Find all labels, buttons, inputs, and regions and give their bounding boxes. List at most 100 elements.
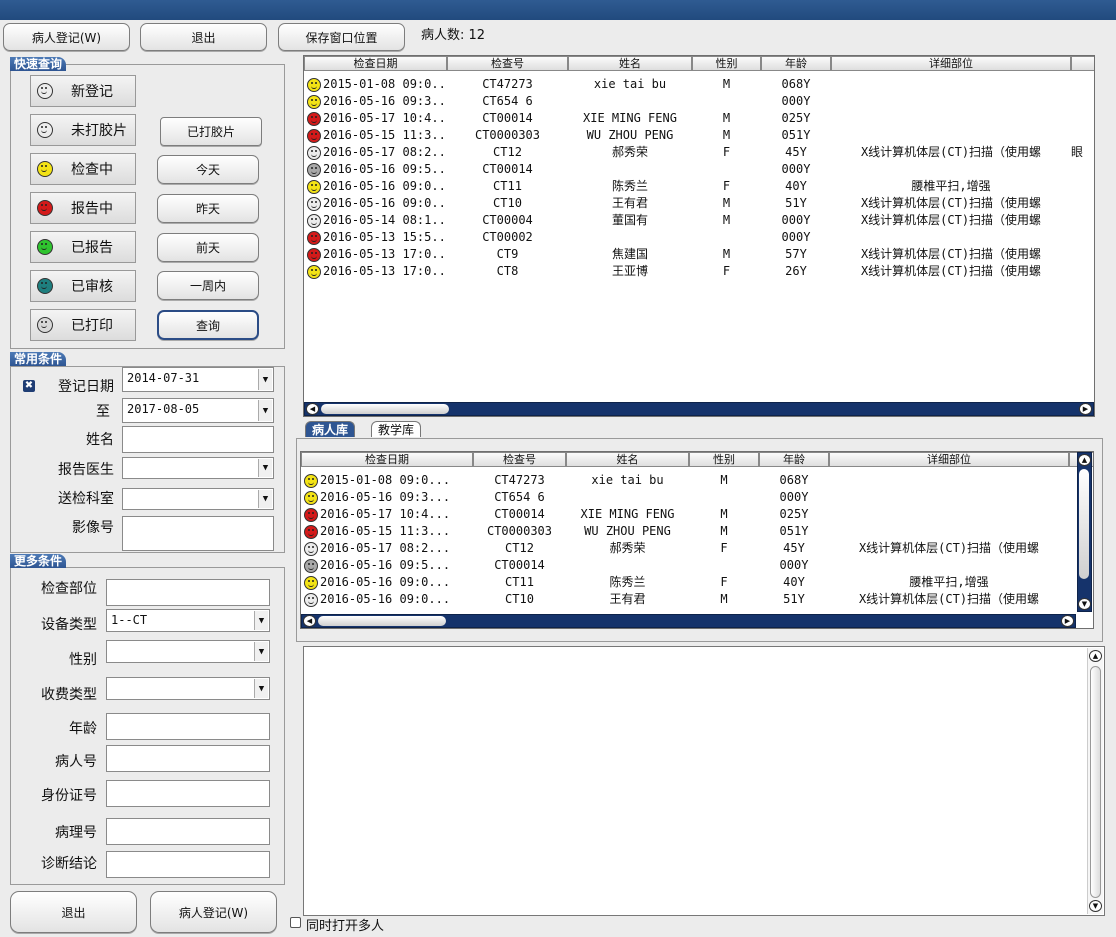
yesterday-button[interactable]: 昨天	[157, 194, 259, 223]
table-row[interactable]: 2015-01-08 09:0... CT47273 xie tai bu M 068Y	[304, 76, 1071, 93]
column-header[interactable]: 性别	[689, 452, 759, 467]
date-text: 2016-05-16 09:5...	[323, 162, 447, 176]
table-row[interactable]: 2016-05-17 10:4... CT00014 XIE MING FENG M 0…	[304, 110, 1071, 127]
scroll-down-icon[interactable]: ▼	[1078, 598, 1091, 610]
chevron-down-icon[interactable]: ▼	[258, 459, 272, 477]
filmed-button[interactable]: 已打胶片	[160, 117, 262, 146]
column-header[interactable]: 检查号	[473, 452, 566, 467]
chevron-down-icon[interactable]: ▼	[254, 611, 268, 630]
quick-filter-1[interactable]: 未打胶片	[30, 114, 136, 146]
quick-filter-6[interactable]: 已打印	[30, 309, 136, 341]
chevron-down-icon[interactable]: ▼	[254, 679, 268, 698]
id-card-field[interactable]	[106, 780, 270, 807]
name-field[interactable]	[122, 426, 274, 453]
scroll-down-icon[interactable]: ▼	[1089, 900, 1102, 912]
vertical-scrollbar[interactable]: ▲ ▼	[1077, 452, 1092, 612]
table-row[interactable]: 2016-05-17 08:2... CT12 郝秀荣 F 45Y X线计算机体层(CT)…	[301, 540, 1069, 557]
sex-select[interactable]: ▼	[106, 640, 270, 663]
library-list-grid[interactable]: 检查日期 检查号 姓名 性别 年龄 详细部位 2015-01-08 09:0... CT472…	[300, 451, 1094, 629]
scroll-right-icon[interactable]: ▶	[1061, 615, 1074, 627]
preview-vscrollbar[interactable]: ▲ ▼	[1087, 648, 1103, 914]
date-from-field[interactable]: 2014-07-31 ▼	[122, 367, 274, 392]
table-row[interactable]: 2016-05-14 08:1... CT00004 董国有 M 000Y X线计算机体层…	[304, 212, 1071, 229]
date-text: 2015-01-08 09:0...	[320, 473, 451, 487]
bottom-exit-button[interactable]: 退出	[10, 891, 137, 933]
exam-part-field[interactable]	[106, 579, 270, 606]
table-row[interactable]: 2016-05-16 09:5... CT00014 000Y	[304, 161, 1071, 178]
quick-filter-2[interactable]: 检查中	[30, 153, 136, 185]
image-no-field[interactable]	[122, 516, 274, 551]
tab-teaching-library[interactable]: 教学库	[371, 421, 422, 437]
table-row[interactable]: 2015-01-08 09:0... CT47273 xie tai bu M 068Y	[301, 472, 1069, 489]
column-header[interactable]: 详细部位	[829, 452, 1069, 467]
quick-filter-5[interactable]: 已审核	[30, 270, 136, 302]
scroll-right-icon[interactable]: ▶	[1079, 403, 1092, 415]
bottom-register-button[interactable]: 病人登记(W)	[150, 891, 277, 933]
chevron-down-icon[interactable]: ▼	[258, 400, 272, 421]
table-row[interactable]: 2016-05-16 09:5... CT00014 000Y	[301, 557, 1069, 574]
column-header[interactable]: 详细部位	[831, 56, 1071, 71]
horizontal-scrollbar[interactable]: ◀ ▶	[304, 402, 1094, 416]
column-header[interactable]: 检查日期	[304, 56, 447, 71]
table-row[interactable]: 2016-05-16 09:0... CT10 王有君 M 51Y X线计算机体层(CT)…	[301, 591, 1069, 608]
table-row[interactable]: 2016-05-13 15:5... CT00002 000Y	[304, 229, 1071, 246]
report-doctor-select[interactable]: ▼	[122, 457, 274, 479]
patient-id-field[interactable]	[106, 745, 270, 772]
multi-open-checkbox[interactable]	[290, 917, 301, 928]
quick-filter-0[interactable]: 新登记	[30, 75, 136, 107]
age-field[interactable]	[106, 713, 270, 740]
column-header[interactable]: 年龄	[759, 452, 829, 467]
quick-filter-3[interactable]: 报告中	[30, 192, 136, 224]
chevron-down-icon[interactable]: ▼	[258, 369, 272, 390]
reg-date-checkbox[interactable]: ✖	[23, 380, 35, 392]
scroll-thumb[interactable]	[321, 404, 449, 414]
table-row[interactable]: 2016-05-15 11:3... CT0000303 WU ZHOU PENG M…	[301, 523, 1069, 540]
table-row[interactable]: 2016-05-16 09:0... CT11 陈秀兰 F 40Y 腰椎平扫,增强	[304, 178, 1071, 195]
table-row[interactable]: 2016-05-16 09:3... CT654 6 000Y	[301, 489, 1069, 506]
table-row[interactable]: 2016-05-15 11:3... CT0000303 WU ZHOU PENG M…	[304, 127, 1071, 144]
chevron-down-icon[interactable]: ▼	[254, 642, 268, 661]
scroll-up-icon[interactable]: ▲	[1089, 650, 1102, 662]
query-button[interactable]: 查询	[157, 310, 259, 340]
table-row[interactable]: 2016-05-13 17:0... CT9 焦建国 M 57Y X线计算机体层(CT)扫…	[304, 246, 1071, 263]
today-button[interactable]: 今天	[157, 155, 259, 184]
scroll-thumb[interactable]	[318, 616, 446, 626]
pathology-no-label: 病理号	[55, 825, 97, 841]
save-window-position-button[interactable]: 保存窗口位置	[278, 23, 405, 51]
table-row[interactable]: 2016-05-16 09:0... CT10 王有君 M 51Y X线计算机体层(CT)…	[304, 195, 1071, 212]
device-type-select[interactable]: 1--CT ▼	[106, 609, 270, 632]
diagnosis-field[interactable]	[106, 851, 270, 878]
column-header[interactable]: 性别	[692, 56, 761, 71]
column-header[interactable]: 姓名	[566, 452, 689, 467]
date-text: 2016-05-13 15:5...	[323, 230, 447, 244]
scroll-left-icon[interactable]: ◀	[306, 403, 319, 415]
day-before-yesterday-button[interactable]: 前天	[157, 233, 259, 262]
column-header[interactable]: 检查号	[447, 56, 568, 71]
table-row[interactable]: 2016-05-16 09:0... CT11 陈秀兰 F 40Y 腰椎平扫,增强	[301, 574, 1069, 591]
chevron-down-icon[interactable]: ▼	[258, 490, 272, 508]
fee-type-select[interactable]: ▼	[106, 677, 270, 700]
table-row[interactable]: 2016-05-16 09:3... CT654 6 000Y	[304, 93, 1071, 110]
scroll-thumb[interactable]	[1079, 469, 1089, 579]
exam-list-grid[interactable]: 检查日期 检查号 姓名 性别 年龄 详细部位 2015-01-08 09:0... CT472…	[303, 55, 1095, 417]
tab-patient-library[interactable]: 病人库	[305, 421, 356, 437]
table-row[interactable]: 2016-05-17 08:2... CT12 郝秀荣 F 45Y X线计算机体层(CT)…	[304, 144, 1091, 161]
cell-name: 王有君	[611, 196, 648, 210]
date-to-field[interactable]: 2017-08-05 ▼	[122, 398, 274, 423]
register-button[interactable]: 病人登记(W)	[3, 23, 130, 51]
column-header[interactable]: 年龄	[761, 56, 831, 71]
table-row[interactable]: 2016-05-17 10:4... CT00014 XIE MING FENG M 0…	[301, 506, 1069, 523]
scroll-up-icon[interactable]: ▲	[1078, 454, 1091, 466]
scroll-thumb[interactable]	[1090, 666, 1101, 898]
scroll-left-icon[interactable]: ◀	[303, 615, 316, 627]
column-header[interactable]: 检查日期	[301, 452, 473, 467]
exit-button[interactable]: 退出	[140, 23, 267, 51]
table-row[interactable]: 2016-05-13 17:0... CT8 王亚博 F 26Y X线计算机体层(CT)扫…	[304, 263, 1071, 280]
quick-filter-4[interactable]: 已报告	[30, 231, 136, 263]
dept-select[interactable]: ▼	[122, 488, 274, 510]
column-header[interactable]: 姓名	[568, 56, 692, 71]
pathology-no-field[interactable]	[106, 818, 270, 845]
horizontal-scrollbar[interactable]: ◀ ▶	[301, 614, 1076, 628]
quick-filter-label: 报告中	[71, 201, 113, 217]
within-week-button[interactable]: 一周内	[157, 271, 259, 300]
